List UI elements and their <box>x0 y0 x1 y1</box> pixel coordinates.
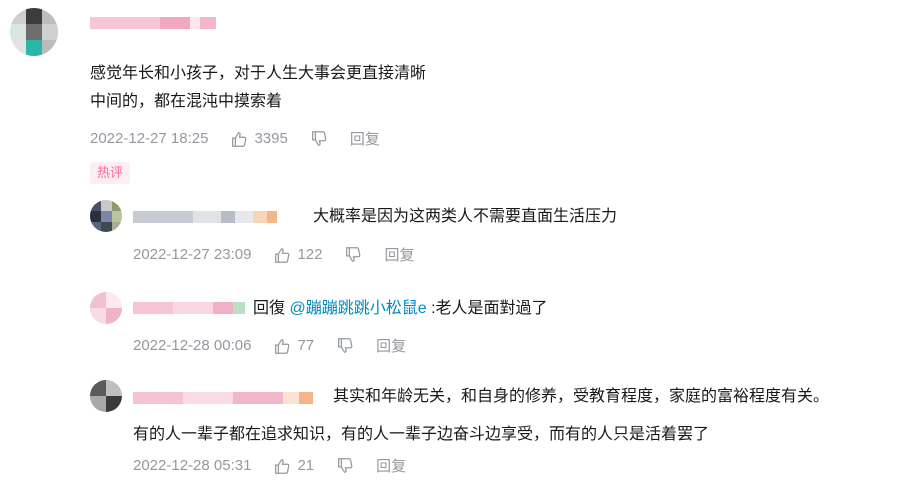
avatar-pixel <box>90 200 101 211</box>
reply-button[interactable]: 回复 <box>376 455 406 476</box>
reply-meta: 2022-12-27 23:09 122 回复 <box>133 244 414 265</box>
avatar-pixel <box>90 308 106 324</box>
like-count: 77 <box>297 337 315 354</box>
avatar-pixel <box>106 308 122 324</box>
avatar[interactable] <box>90 380 122 412</box>
avatar-pixel <box>42 24 58 40</box>
avatar[interactable] <box>10 8 58 56</box>
avatar-pixel <box>10 8 26 24</box>
reply-button[interactable]: 回复 <box>384 244 414 265</box>
avatar-pixel <box>90 396 106 412</box>
comment-meta: 2022-12-27 18:25 3395 回复 <box>90 128 380 149</box>
username[interactable] <box>90 14 216 32</box>
avatar-pixel <box>90 222 101 232</box>
thumbs-down-icon[interactable] <box>310 130 328 148</box>
reply-text: 回復 @蹦蹦跳跳小松鼠e :老人是面對過了 <box>253 297 548 321</box>
reply-time: 2022-12-28 00:06 <box>133 337 252 354</box>
reply-meta: 2022-12-28 05:31 21 回复 <box>133 455 406 476</box>
comment-time: 2022-12-27 18:25 <box>90 130 209 147</box>
reply-text-line1: 其实和年龄无关，和自身的修养，受教育程度，家庭的富裕程度有关。 <box>333 388 830 405</box>
avatar-pixel <box>90 292 106 308</box>
thumbs-up-icon[interactable] <box>230 130 248 148</box>
avatar-pixel <box>90 211 101 222</box>
avatar-pixel <box>42 40 58 56</box>
avatar-pixel <box>26 8 42 24</box>
avatar-pixel <box>26 40 42 56</box>
reply-button[interactable]: 回复 <box>376 335 406 356</box>
comment-text-line2: 中间的，都在混沌中摸索着 <box>90 93 283 110</box>
avatar-pixel <box>101 211 112 222</box>
avatar-pixel <box>90 380 106 396</box>
reply-prefix: 回復 <box>253 300 286 317</box>
like-count: 122 <box>297 246 323 263</box>
avatar-pixel <box>106 292 122 308</box>
mention-link[interactable]: @蹦蹦跳跳小松鼠e <box>289 300 426 317</box>
avatar-pixel <box>101 222 112 232</box>
avatar-pixel <box>10 24 26 40</box>
username[interactable] <box>133 389 313 407</box>
avatar-pixel <box>112 200 122 211</box>
username[interactable] <box>133 299 245 317</box>
thumbs-up-icon[interactable] <box>273 457 291 475</box>
avatar[interactable] <box>90 200 122 232</box>
avatar-pixel <box>10 40 26 56</box>
avatar-pixel <box>42 8 58 24</box>
reply-time: 2022-12-28 05:31 <box>133 457 252 474</box>
reply-button[interactable]: 回复 <box>350 128 380 149</box>
avatar-pixel <box>106 396 122 412</box>
avatar-pixel <box>112 211 122 222</box>
avatar-pixel <box>106 380 122 396</box>
reply-text-line2: 有的人一辈子都在追求知识，有的人一辈子边奋斗边享受，而有的人只是活着罢了 <box>133 426 710 443</box>
reply-time: 2022-12-27 23:09 <box>133 246 252 263</box>
avatar-pixel <box>26 24 42 40</box>
reply-body: :老人是面對過了 <box>431 300 548 317</box>
comment-text-line1: 感觉年长和小孩子，对于人生大事会更直接清晰 <box>90 65 427 82</box>
thumbs-down-icon[interactable] <box>336 337 354 355</box>
thumbs-up-icon[interactable] <box>273 246 291 264</box>
thumbs-down-icon[interactable] <box>344 246 362 264</box>
reply-text: 大概率是因为这两类人不需要直面生活压力 <box>313 208 618 225</box>
avatar-pixel <box>101 200 112 211</box>
avatar[interactable] <box>90 292 122 324</box>
like-count: 21 <box>297 457 315 474</box>
reply-meta: 2022-12-28 00:06 77 回复 <box>133 335 406 356</box>
hot-comment-tag: 热评 <box>90 162 131 184</box>
thumbs-down-icon[interactable] <box>336 457 354 475</box>
avatar-pixel <box>112 222 122 232</box>
thumbs-up-icon[interactable] <box>273 337 291 355</box>
like-count: 3395 <box>254 130 288 147</box>
username[interactable] <box>133 208 277 226</box>
